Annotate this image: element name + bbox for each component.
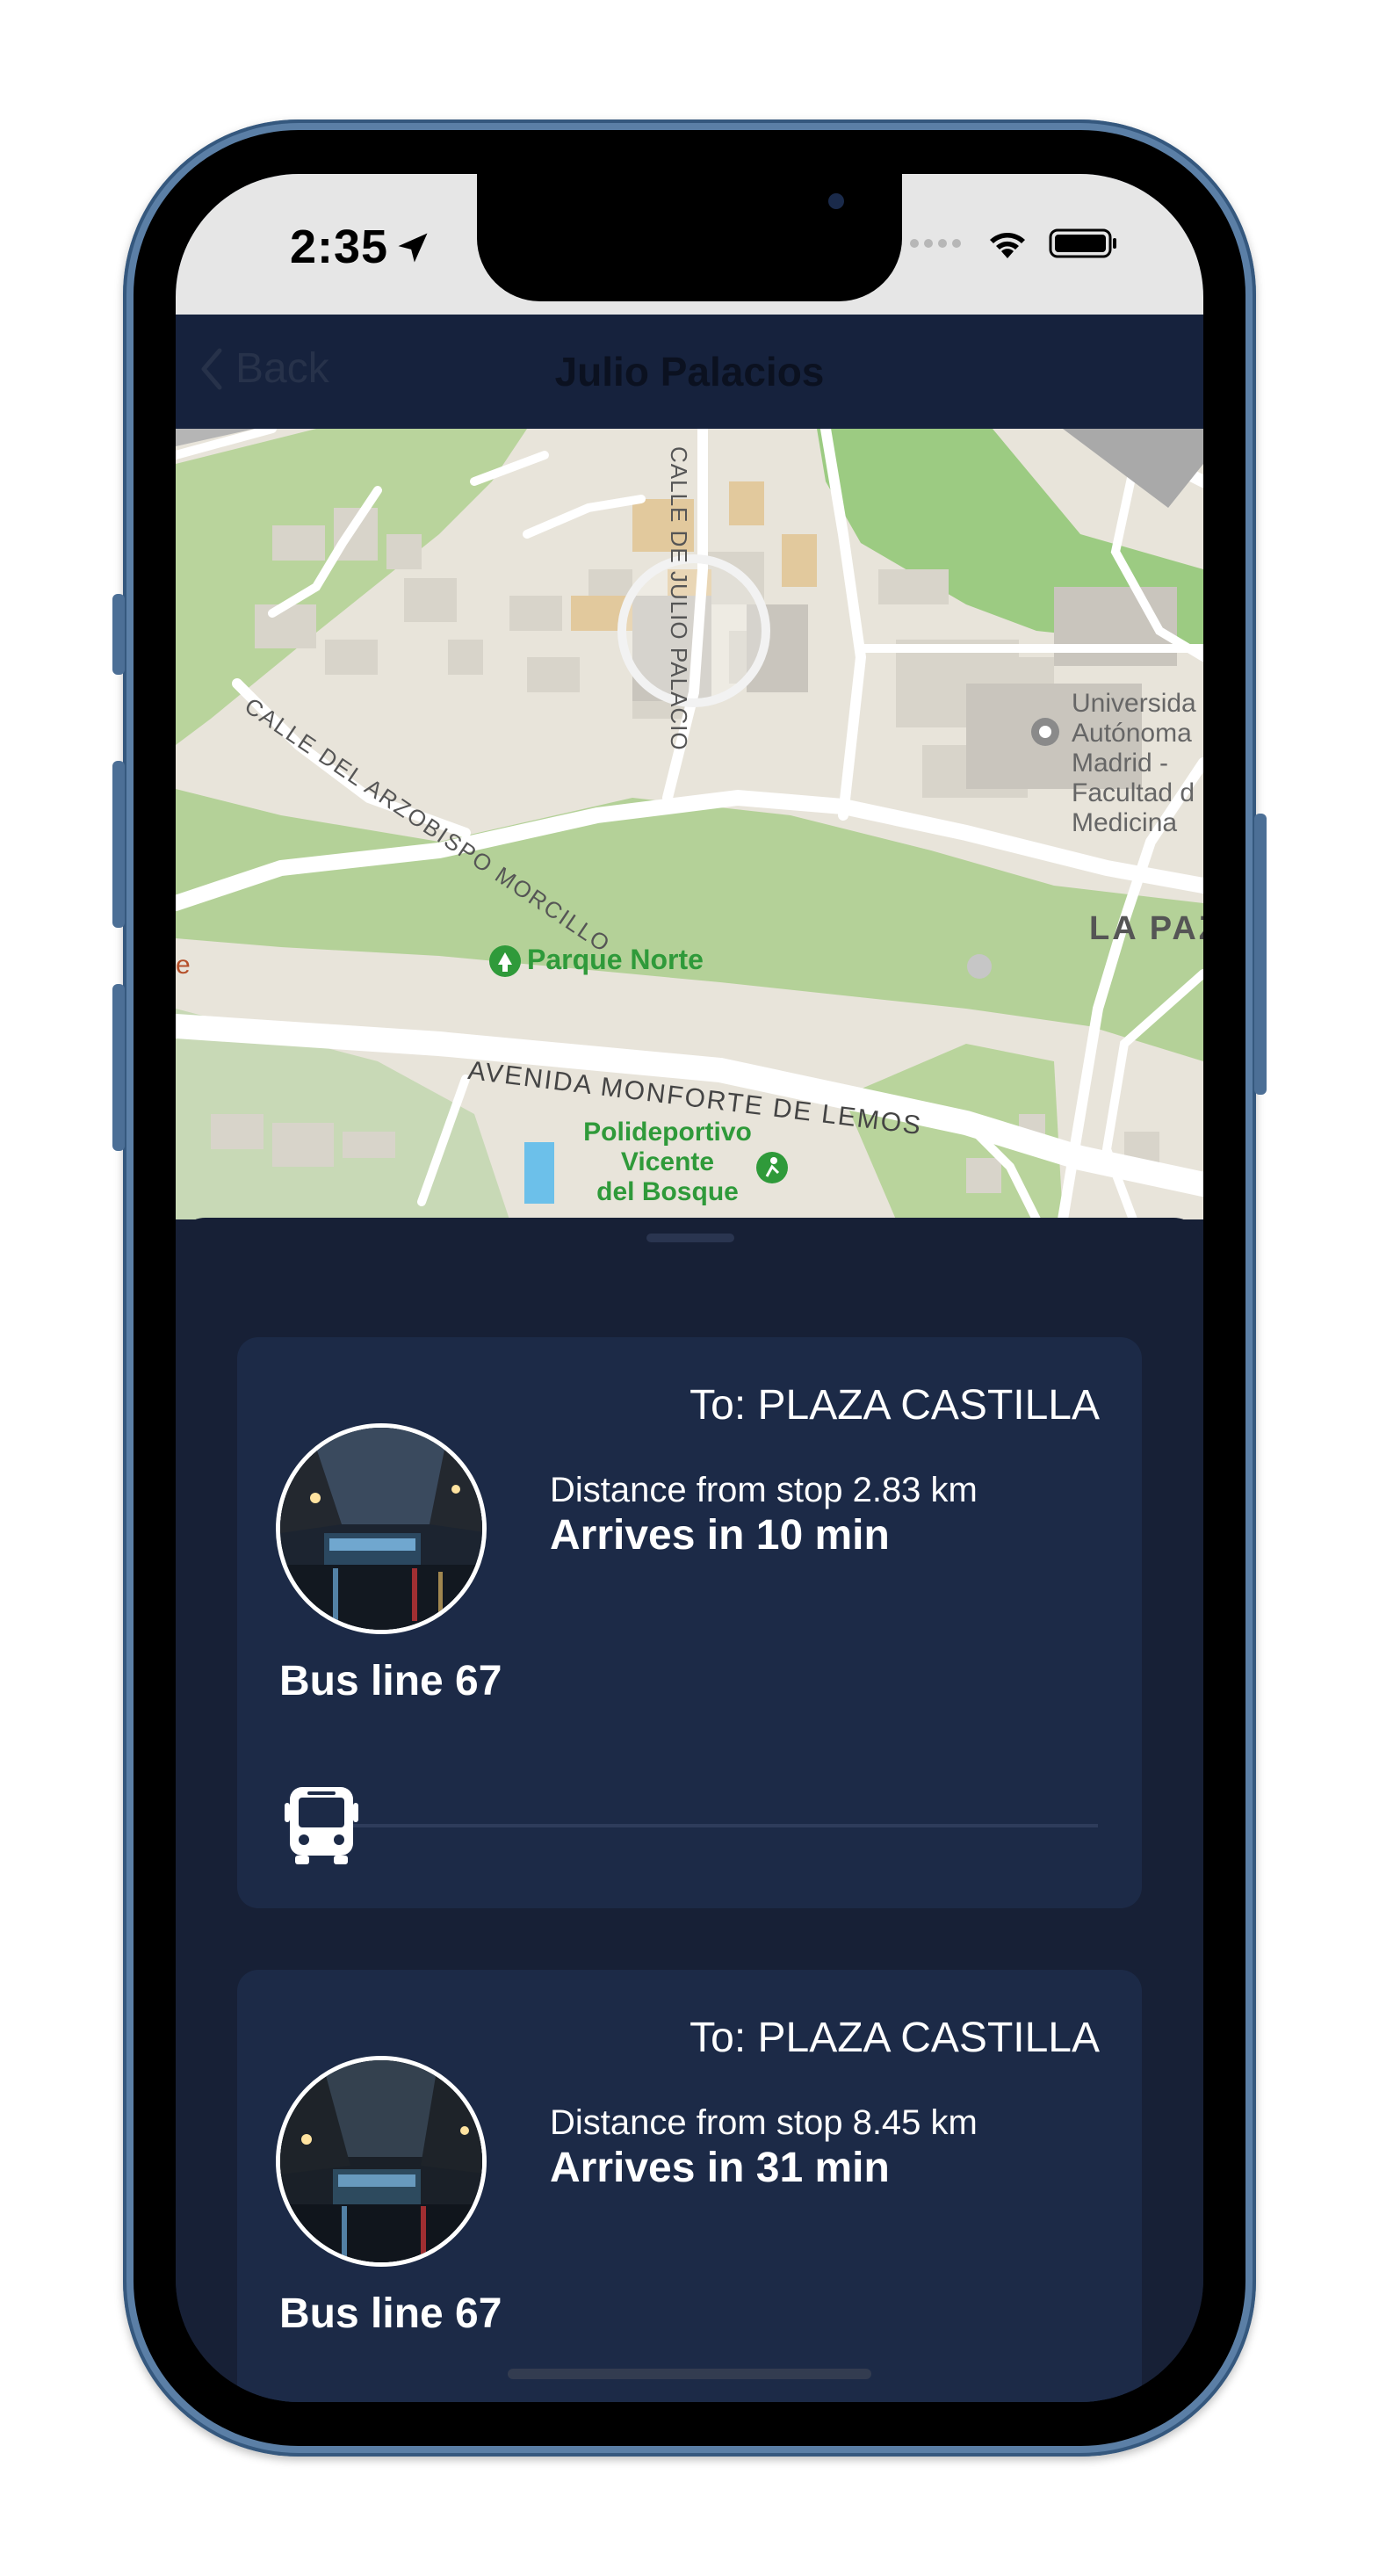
bus-photo xyxy=(276,2056,487,2267)
bottom-sheet: To: PLAZA CASTILLA Distance from stop 2.… xyxy=(176,1218,1203,2402)
map-view[interactable]: CALLE DE JULIO PALACIO CALLE DEL ARZOBIS… xyxy=(176,429,1203,1219)
map-label-uni-line5: Medicina xyxy=(1072,808,1178,837)
distance-label: Distance from stop 2.83 km xyxy=(550,1471,978,1509)
arrival-card[interactable]: To: PLAZA CASTILLA Distance from stop 2.… xyxy=(237,1337,1142,1908)
map-label-sports-line3: del Bosque xyxy=(596,1177,739,1206)
destination-label: To: PLAZA CASTILLA xyxy=(690,1382,1100,1429)
battery-icon xyxy=(1049,228,1116,258)
status-time: 2:35 xyxy=(290,221,389,273)
arrival-time-label: Arrives in 10 min xyxy=(550,1512,890,1559)
arrival-card[interactable]: To: PLAZA CASTILLA Distance from stop 8.… xyxy=(237,1970,1142,2402)
sheet-grabber[interactable] xyxy=(646,1234,734,1242)
progress-track xyxy=(299,1824,1098,1827)
status-bar: 2:35 xyxy=(176,174,1203,315)
map-label-sports-center: Polideportivo Vicente del Bosque xyxy=(562,1118,773,1207)
distance-label: Distance from stop 8.45 km xyxy=(550,2103,978,2142)
bus-photo xyxy=(276,1423,487,1634)
map-label-uni-line1: Universida xyxy=(1072,689,1196,718)
silent-switch xyxy=(112,594,125,675)
map-label-edge: e xyxy=(176,951,191,980)
bus-icon xyxy=(285,1787,358,1864)
map-label-park: Parque Norte xyxy=(527,944,704,975)
navigation-bar: Back Julio Palacios xyxy=(176,315,1203,429)
map-label-district: LA PAZ xyxy=(1089,910,1203,947)
map-label-sports-line2: Vicente xyxy=(620,1147,715,1176)
wifi-icon xyxy=(990,233,1025,258)
map-label-uni-line4: Facultad d xyxy=(1072,778,1195,807)
bus-line-label: Bus line 67 xyxy=(279,2290,502,2337)
page-title: Julio Palacios xyxy=(554,349,825,394)
map-label-street-julio: CALLE DE JULIO PALACIO xyxy=(666,446,692,751)
volume-down-button xyxy=(112,984,125,1151)
home-indicator[interactable] xyxy=(508,2369,871,2379)
status-icons xyxy=(910,227,1119,260)
map-label-university: Universida Autónoma Madrid - Facultad d … xyxy=(1072,689,1196,838)
signal-dots-icon xyxy=(910,237,966,250)
map-label-uni-line3: Madrid - xyxy=(1072,749,1169,778)
notch xyxy=(477,174,902,301)
camera-icon xyxy=(828,193,844,209)
map-label-uni-line2: Autónoma xyxy=(1072,719,1192,748)
arrival-time-label: Arrives in 31 min xyxy=(550,2145,890,2191)
screen: 2:35 Back Julio Palacios CALLE DE JULIO … xyxy=(176,174,1203,2402)
volume-up-button xyxy=(112,761,125,928)
destination-label: To: PLAZA CASTILLA xyxy=(690,2015,1100,2061)
bus-line-label: Bus line 67 xyxy=(279,1658,502,1704)
map-label-sports-line1: Polideportivo xyxy=(583,1118,752,1147)
power-button xyxy=(1254,814,1267,1095)
location-arrow-icon xyxy=(398,233,428,263)
